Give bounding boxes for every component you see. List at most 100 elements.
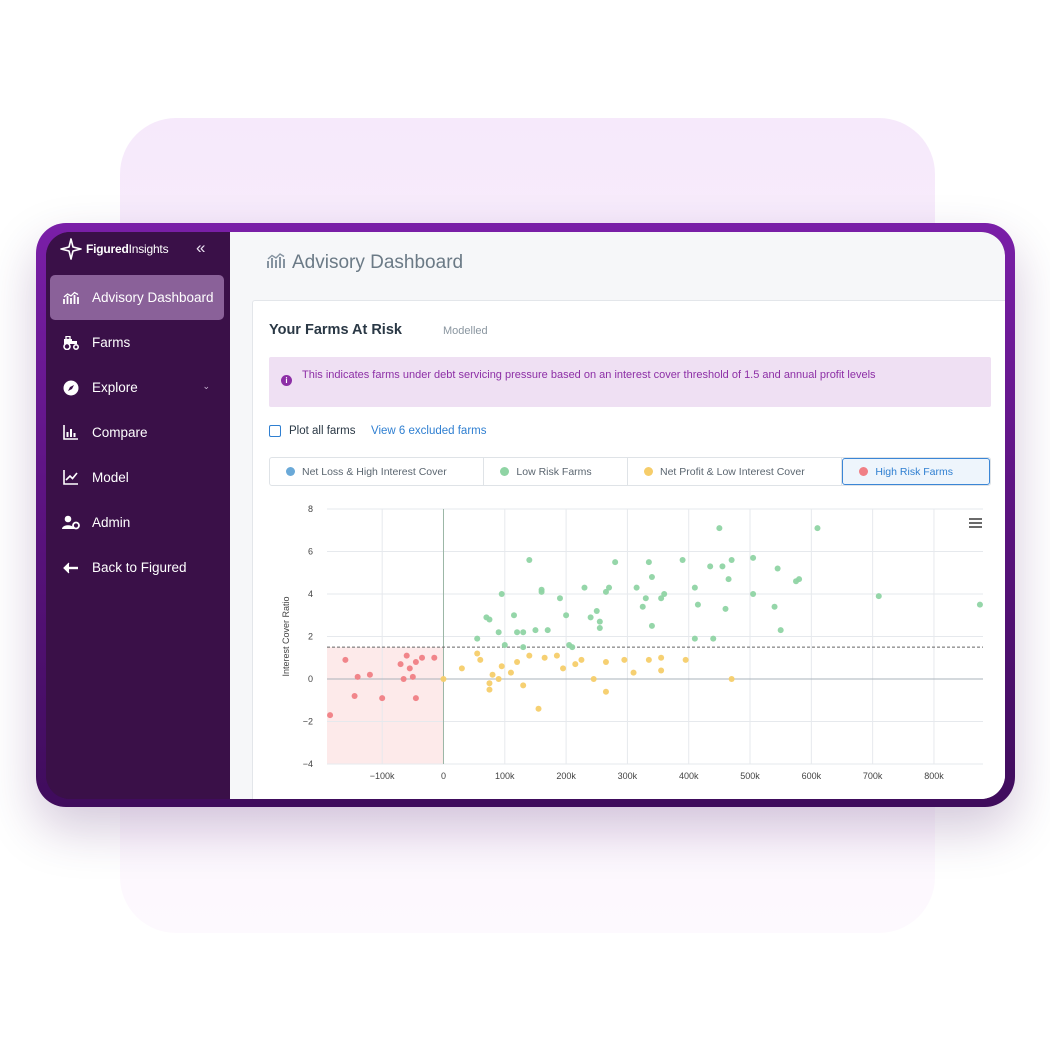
legend-net-profit-low-cover[interactable]: Net Profit & Low Interest Cover xyxy=(628,458,843,485)
sidebar-item-explore[interactable]: Explore ⌄ xyxy=(50,365,224,410)
sidebar-item-admin[interactable]: Admin xyxy=(50,500,224,545)
legend-label: Net Profit & Low Interest Cover xyxy=(660,465,805,478)
data-point xyxy=(725,576,732,583)
data-point xyxy=(498,663,505,670)
x-tick-label: 0 xyxy=(441,771,446,781)
data-point xyxy=(661,591,668,597)
plot-all-checkbox[interactable] xyxy=(269,425,281,437)
legend-label: Net Loss & High Interest Cover xyxy=(302,465,447,478)
data-point xyxy=(541,654,548,661)
data-point xyxy=(498,591,505,597)
data-point xyxy=(489,671,496,678)
data-point xyxy=(440,676,447,682)
legend-label: High Risk Farms xyxy=(875,465,953,478)
plot-all-farms-toggle[interactable]: Plot all farms xyxy=(269,425,355,437)
arrow-left-icon xyxy=(62,559,80,577)
y-tick-label: 2 xyxy=(308,632,313,642)
app-screen: FiguredInsights « Advisory Dashboard Far… xyxy=(46,232,1005,799)
legend-high-risk[interactable]: High Risk Farms xyxy=(842,458,990,485)
sidebar-item-compare[interactable]: Compare xyxy=(50,410,224,455)
legend-low-risk[interactable]: Low Risk Farms xyxy=(484,458,628,485)
data-point xyxy=(691,635,698,642)
high-risk-zone xyxy=(327,647,444,764)
page-header: Advisory Dashboard xyxy=(266,252,463,274)
legend-label: Low Risk Farms xyxy=(516,465,592,478)
data-point xyxy=(397,661,404,668)
chart-menu-icon[interactable] xyxy=(969,515,982,533)
data-point xyxy=(507,669,514,676)
data-point xyxy=(379,695,386,702)
data-point xyxy=(510,612,517,619)
data-point xyxy=(419,654,426,661)
sidebar-item-model[interactable]: Model xyxy=(50,455,224,500)
data-point xyxy=(520,644,527,651)
data-point xyxy=(590,676,597,682)
data-point xyxy=(572,661,579,668)
data-point xyxy=(606,584,613,591)
data-point xyxy=(406,665,413,672)
data-point xyxy=(814,525,821,532)
data-point xyxy=(777,627,784,634)
data-point xyxy=(501,642,508,648)
y-tick-label: −4 xyxy=(303,759,313,769)
data-point xyxy=(474,650,481,657)
data-point xyxy=(514,629,521,636)
chart-bars-icon xyxy=(62,289,80,307)
chevron-down-icon: ⌄ xyxy=(202,381,210,391)
sidebar-item-back-to-figured[interactable]: Back to Figured xyxy=(50,545,224,590)
x-tick-label: 100k xyxy=(495,771,515,781)
data-point xyxy=(679,557,686,563)
data-point xyxy=(658,654,665,661)
data-point xyxy=(342,656,349,663)
data-point xyxy=(486,680,493,687)
x-tick-label: 400k xyxy=(679,771,699,781)
logo-star-icon xyxy=(60,238,82,260)
data-point xyxy=(771,603,778,610)
y-tick-label: 6 xyxy=(308,547,313,557)
sidebar-item-label: Model xyxy=(92,470,129,485)
data-point xyxy=(682,656,689,663)
view-excluded-farms-link[interactable]: View 6 excluded farms xyxy=(371,425,486,437)
data-point xyxy=(477,656,484,663)
data-point xyxy=(520,629,527,636)
data-point xyxy=(976,601,983,608)
sidebar-item-label: Explore xyxy=(92,380,138,395)
data-point xyxy=(642,595,649,602)
data-point xyxy=(707,563,714,570)
y-tick-label: 0 xyxy=(308,674,313,684)
data-point xyxy=(621,656,628,663)
x-tick-label: 800k xyxy=(924,771,944,781)
legend-dot xyxy=(859,467,869,476)
y-tick-label: 4 xyxy=(308,589,313,599)
data-point xyxy=(728,557,735,563)
sidebar-item-advisory-dashboard[interactable]: Advisory Dashboard xyxy=(50,275,224,320)
sidebar-item-farms[interactable]: Farms xyxy=(50,320,224,365)
data-point xyxy=(750,554,757,561)
data-point xyxy=(596,625,603,631)
page-title: Advisory Dashboard xyxy=(292,252,464,273)
data-point xyxy=(796,576,803,583)
data-point xyxy=(578,656,585,663)
legend-net-loss-high-cover[interactable]: Net Loss & High Interest Cover xyxy=(270,458,485,485)
y-tick-label: 8 xyxy=(308,504,313,514)
plot-all-label: Plot all farms xyxy=(289,425,356,437)
data-point xyxy=(400,676,407,682)
x-tick-label: 300k xyxy=(618,771,638,781)
device-frame: FiguredInsights « Advisory Dashboard Far… xyxy=(36,223,1015,807)
line-chart-icon xyxy=(62,469,80,487)
data-point xyxy=(645,559,652,566)
info-icon: i xyxy=(281,375,292,386)
data-point xyxy=(535,705,542,712)
data-point xyxy=(431,654,438,661)
main-content: Advisory Dashboard Your Farms At Risk Mo… xyxy=(230,232,1005,799)
collapse-sidebar-button[interactable]: « xyxy=(196,238,205,258)
data-point xyxy=(596,618,603,625)
data-point xyxy=(774,565,781,572)
data-point xyxy=(630,669,637,676)
data-point xyxy=(581,584,588,591)
data-point xyxy=(556,595,563,602)
x-tick-label: 500k xyxy=(740,771,760,781)
data-point xyxy=(553,652,560,659)
card-title: Your Farms At Risk xyxy=(269,322,402,338)
info-alert: i This indicates farms under debt servic… xyxy=(269,357,991,407)
